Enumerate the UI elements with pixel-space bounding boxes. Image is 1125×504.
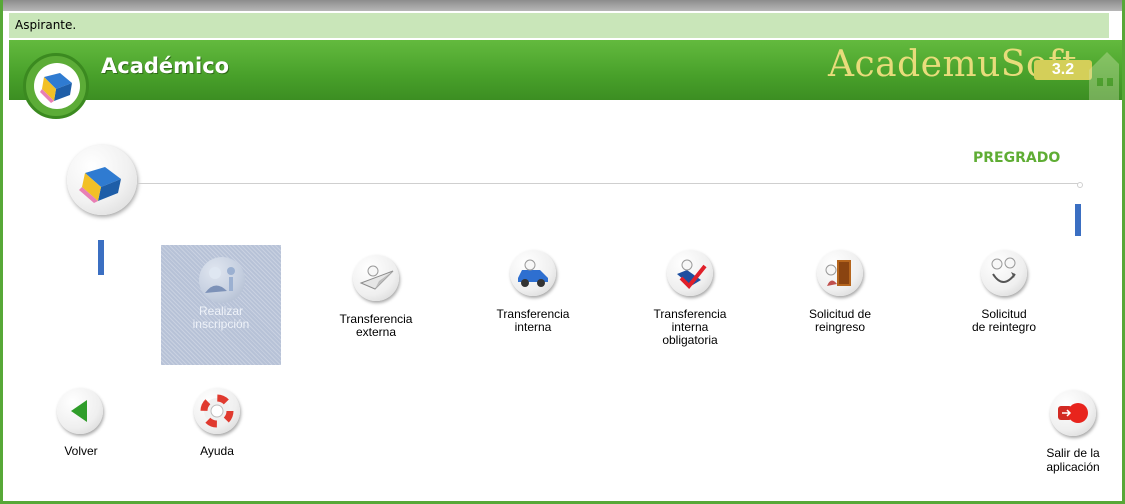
section-book-icon (67, 145, 137, 215)
salir-button[interactable]: Salir de la aplicación (1033, 390, 1113, 480)
realizar-inscripcion-button[interactable]: Realizar inscripción (161, 245, 281, 365)
lifebuoy-icon (194, 388, 240, 434)
transferencia-interna-obligatoria-button[interactable]: Transferencia interna obligatoria (635, 250, 745, 360)
checkmark-icon (667, 250, 713, 296)
exit-icon (1050, 390, 1096, 436)
house-watermark-icon (1089, 44, 1119, 100)
solicitud-de-reingreso-button[interactable]: Solicitud de reingreso (785, 250, 895, 350)
divider-end-dot (1077, 182, 1083, 188)
volver-button[interactable]: Volver (53, 388, 109, 460)
brand-version-badge: 3.2 (1034, 60, 1092, 80)
ayuda-button[interactable]: Ayuda (185, 388, 249, 460)
solicitud-de-reintegro-button[interactable]: Solicitud de reintegro (949, 250, 1059, 350)
left-marker-bar (98, 240, 104, 275)
action-label: Transferencia externa (339, 312, 413, 339)
module-badge (23, 53, 89, 119)
book-icon (34, 63, 80, 109)
nav-label: Salir de la aplicación (1046, 446, 1100, 474)
action-label: Transferencia interna obligatoria (653, 307, 727, 347)
user-register-icon (199, 257, 245, 303)
right-marker-bar (1075, 204, 1081, 236)
action-label: Realizar inscripción (192, 304, 250, 331)
paper-plane-icon (353, 255, 399, 301)
status-bar: Aspirante. (9, 13, 1109, 38)
transferencia-externa-button[interactable]: Transferencia externa (321, 255, 431, 355)
transferencia-interna-button[interactable]: Transferencia interna (478, 250, 588, 350)
nav-label: Ayuda (200, 444, 234, 458)
section-label: PREGRADO (973, 150, 1061, 166)
nav-label: Volver (64, 444, 98, 458)
section-divider (137, 183, 1079, 184)
car-icon (510, 250, 556, 296)
module-title: Académico (101, 54, 230, 78)
app-window: Aspirante. Académico AcademuSoft 3.2 PRE… (0, 0, 1125, 504)
return-arrow-icon (981, 250, 1027, 296)
back-arrow-icon (57, 388, 103, 434)
door-icon (817, 250, 863, 296)
window-top-strip (3, 0, 1122, 11)
action-label: Solicitud de reingreso (808, 307, 872, 334)
status-bar-text: Aspirante. (15, 18, 77, 32)
action-label: Solicitud de reintegro (971, 307, 1037, 334)
action-label: Transferencia interna (496, 307, 570, 334)
